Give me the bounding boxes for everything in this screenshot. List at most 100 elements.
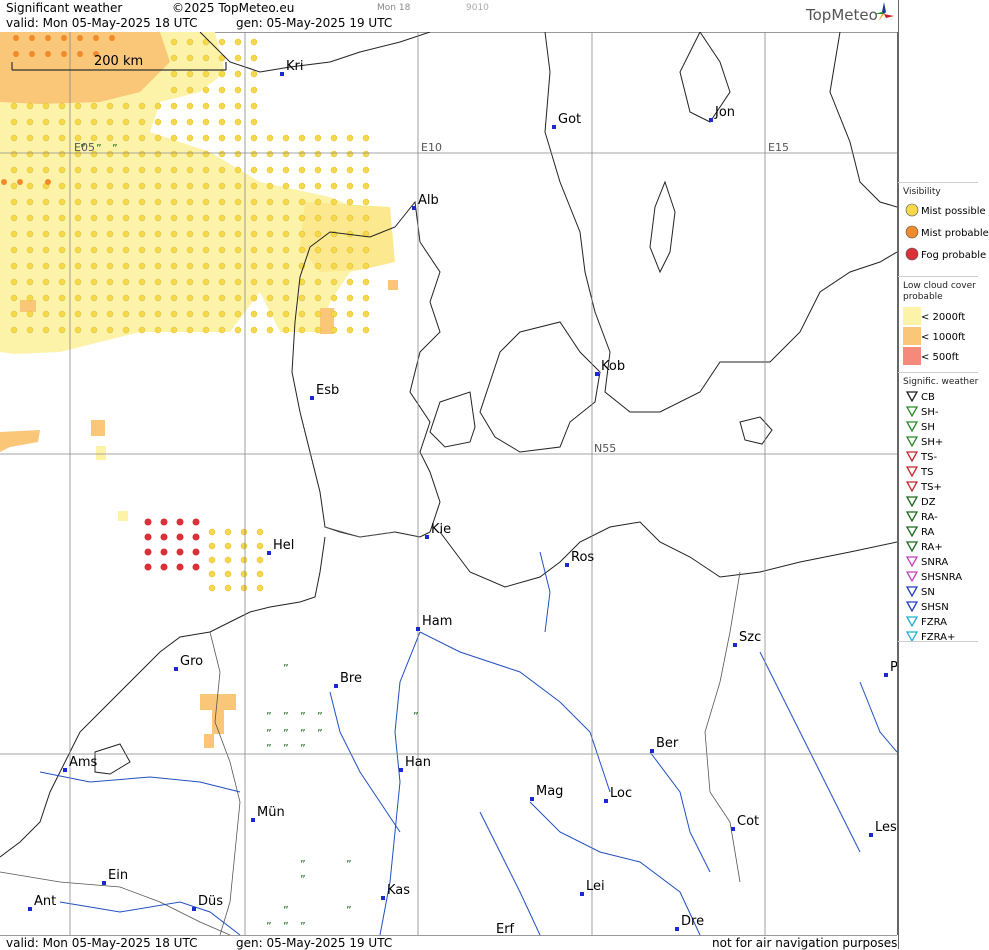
city-label: Jon <box>714 105 735 120</box>
cloud-swatch-icon <box>903 306 921 328</box>
city-label: Ber <box>656 736 679 751</box>
legend-label: RA+ <box>921 541 943 553</box>
footer-disclaimer: not for air navigation purposes <box>712 936 898 950</box>
legend-item-cb: CB <box>903 390 935 404</box>
city-mag: Mag <box>530 784 563 801</box>
city-label: Bre <box>340 671 362 686</box>
legend-signific-title: Signific. weather <box>903 377 979 387</box>
svg-text:”: ” <box>96 142 102 155</box>
logo-text: TopMeteo <box>806 6 878 24</box>
svg-text:”: ” <box>300 727 306 740</box>
city-label: Erf <box>496 922 515 935</box>
city-kie: Kie <box>425 522 451 539</box>
legend-label: Mist probable <box>921 227 989 239</box>
snow-shower-icon <box>903 600 921 615</box>
svg-text:”: ” <box>80 142 86 155</box>
rivers <box>39 551 897 935</box>
svg-text:”: ” <box>266 742 272 755</box>
svg-text:”: ” <box>266 710 272 723</box>
legend-item-shsnra: SHSNRA <box>903 570 962 584</box>
svg-text:”: ” <box>413 710 419 723</box>
legend-item-ts-: TS- <box>903 450 937 464</box>
svg-text:”: ” <box>283 710 289 723</box>
legend-item-sn: SN <box>903 585 935 599</box>
compass-logo-icon <box>874 2 894 22</box>
city-got: Got <box>552 112 581 129</box>
legend-label: < 500ft <box>921 351 959 363</box>
legend-item-ra: RA <box>903 525 934 539</box>
svg-text:”: ” <box>283 904 289 917</box>
cb-icon <box>903 390 921 405</box>
svg-text:”: ” <box>112 142 118 155</box>
city-label: Kie <box>431 522 451 537</box>
grid-label-e10: E10 <box>421 141 442 154</box>
legend-label: CB <box>921 391 935 403</box>
legend-item-fzra: FZRA <box>903 615 947 629</box>
city-label: Kob <box>601 359 625 374</box>
legend-label: SHSN <box>921 601 949 613</box>
legend-label: TS- <box>921 451 938 463</box>
city-mün: Mün <box>251 805 285 822</box>
city-p: P <box>884 660 897 677</box>
grid-label-e15: E15 <box>768 141 789 154</box>
footer-bar: valid: Mon 05-May-2025 18 UTC gen: 05-Ma… <box>0 935 897 950</box>
city-label: Ham <box>422 614 452 629</box>
legend-item-sh-: SH+ <box>903 435 943 449</box>
legend-item-shsn: SHSN <box>903 600 949 614</box>
legend-item-ra-: RA- <box>903 510 938 524</box>
shower-light-icon <box>903 405 921 420</box>
map-canvas[interactable]: 200 km E05 E10 E15N55 ””””””””””””””””””””… <box>0 32 897 935</box>
city-label: Ein <box>108 868 128 883</box>
visibility-swatch-icon <box>903 225 921 242</box>
rain-light-icon <box>903 510 921 525</box>
city-loc: Loc <box>604 786 632 803</box>
city-label: Dre <box>681 914 704 929</box>
legend-label: TS+ <box>921 481 942 493</box>
city-label: Ams <box>69 755 98 770</box>
city-düs: Düs <box>192 894 223 911</box>
svg-text:”: ” <box>300 858 306 871</box>
svg-text:”: ” <box>266 920 272 933</box>
svg-text:”: ” <box>346 858 352 871</box>
legend-label: < 1000ft <box>921 331 966 343</box>
freezing-rain-heavy-icon <box>903 630 921 645</box>
city-gro: Gro <box>174 654 203 671</box>
city-label: Ant <box>34 894 56 909</box>
legend-label: SH+ <box>921 436 944 448</box>
city-label: Alb <box>418 193 439 208</box>
cloud-swatch-icon <box>903 346 921 368</box>
city-jon: Jon <box>709 105 735 122</box>
product-title: Significant weather <box>6 1 123 15</box>
topmeteo-logo: TopMeteo <box>806 2 894 24</box>
svg-text:”: ” <box>346 904 352 917</box>
city-label: P <box>890 660 897 675</box>
city-label: Kri <box>286 59 303 74</box>
city-label: Got <box>558 112 581 127</box>
fog-probable-dots <box>144 518 200 571</box>
city-label: Cot <box>737 814 759 829</box>
legend-item-ts: TS <box>903 465 933 479</box>
svg-text:”: ” <box>317 710 323 723</box>
city-lei: Lei <box>580 879 605 896</box>
city-cot: Cot <box>731 814 759 831</box>
city-label: Esb <box>316 383 339 398</box>
day-tag: Mon 18 <box>377 3 411 13</box>
rain-heavy-icon <box>903 540 921 555</box>
legend-label: RA- <box>921 511 938 523</box>
svg-text:”: ” <box>283 920 289 933</box>
city-han: Han <box>399 755 431 772</box>
city-label: Loc <box>610 786 632 801</box>
city-erf: Erf <box>496 922 515 935</box>
thunder-icon <box>903 465 921 480</box>
freezing-rain-icon <box>903 615 921 630</box>
city-label: Mün <box>257 805 285 820</box>
legend-item-snra: SNRA <box>903 555 948 569</box>
svg-text:”: ” <box>283 742 289 755</box>
legend-lowcloud-title: Low cloud cover probable <box>903 281 976 302</box>
visibility-swatch-icon <box>903 203 921 220</box>
drizzle-icon <box>903 495 921 510</box>
map-area[interactable]: 200 km E05 E10 E15 N55 ””””””””””””””””””””… <box>0 32 898 935</box>
city-kas: Kas <box>381 883 410 900</box>
city-ant: Ant <box>28 894 56 911</box>
snow-rain-shower-icon <box>903 570 921 585</box>
